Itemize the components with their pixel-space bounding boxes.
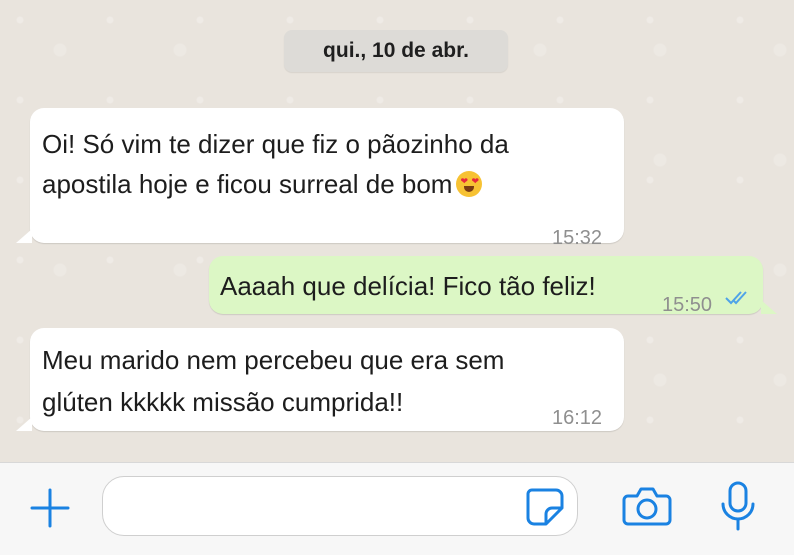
date-chip-label: qui., 10 de abr. xyxy=(323,39,469,62)
incoming-message[interactable]: Oi! Só vim te dizer que fiz o pãozinho d… xyxy=(16,108,624,249)
heart-eyes-emoji-icon: ❤ ❤ xyxy=(456,171,483,197)
bubble-tail xyxy=(16,417,32,431)
message-text-line: apostila hoje e ficou surreal de bom ❤ ❤ xyxy=(42,164,483,204)
message-text: Aaaah que delícia! Fico tão feliz! xyxy=(220,271,596,301)
message-timestamp: 15:50 xyxy=(662,294,713,316)
chat-area[interactable]: qui., 10 de abr. Oi! Só vim te dizer que… xyxy=(0,0,794,462)
camera-icon[interactable] xyxy=(622,484,672,528)
message-input[interactable] xyxy=(102,476,578,536)
message-timestamp: 16:12 xyxy=(552,407,603,429)
message-text-line: glúten kkkkk missão cumprida!! xyxy=(42,387,404,417)
read-ticks-icon xyxy=(725,291,747,305)
sticker-icon[interactable] xyxy=(524,486,566,528)
message-text-line: Oi! Só vim te dizer que fiz o pãozinho d… xyxy=(42,129,509,159)
bubble-tail xyxy=(761,300,777,314)
outgoing-message[interactable]: Aaaah que delícia! Fico tão feliz! 15:50 xyxy=(209,256,777,316)
message-text: apostila hoje e ficou surreal de bom xyxy=(42,169,453,199)
bubble-tail xyxy=(16,229,32,243)
plus-icon[interactable] xyxy=(28,486,72,530)
message-text-line: Meu marido nem percebeu que era sem xyxy=(42,345,505,375)
microphone-icon[interactable] xyxy=(718,480,758,532)
date-chip: qui., 10 de abr. xyxy=(284,30,508,72)
message-timestamp: 15:32 xyxy=(552,227,603,249)
incoming-message[interactable]: Meu marido nem percebeu que era sem glút… xyxy=(16,328,624,431)
